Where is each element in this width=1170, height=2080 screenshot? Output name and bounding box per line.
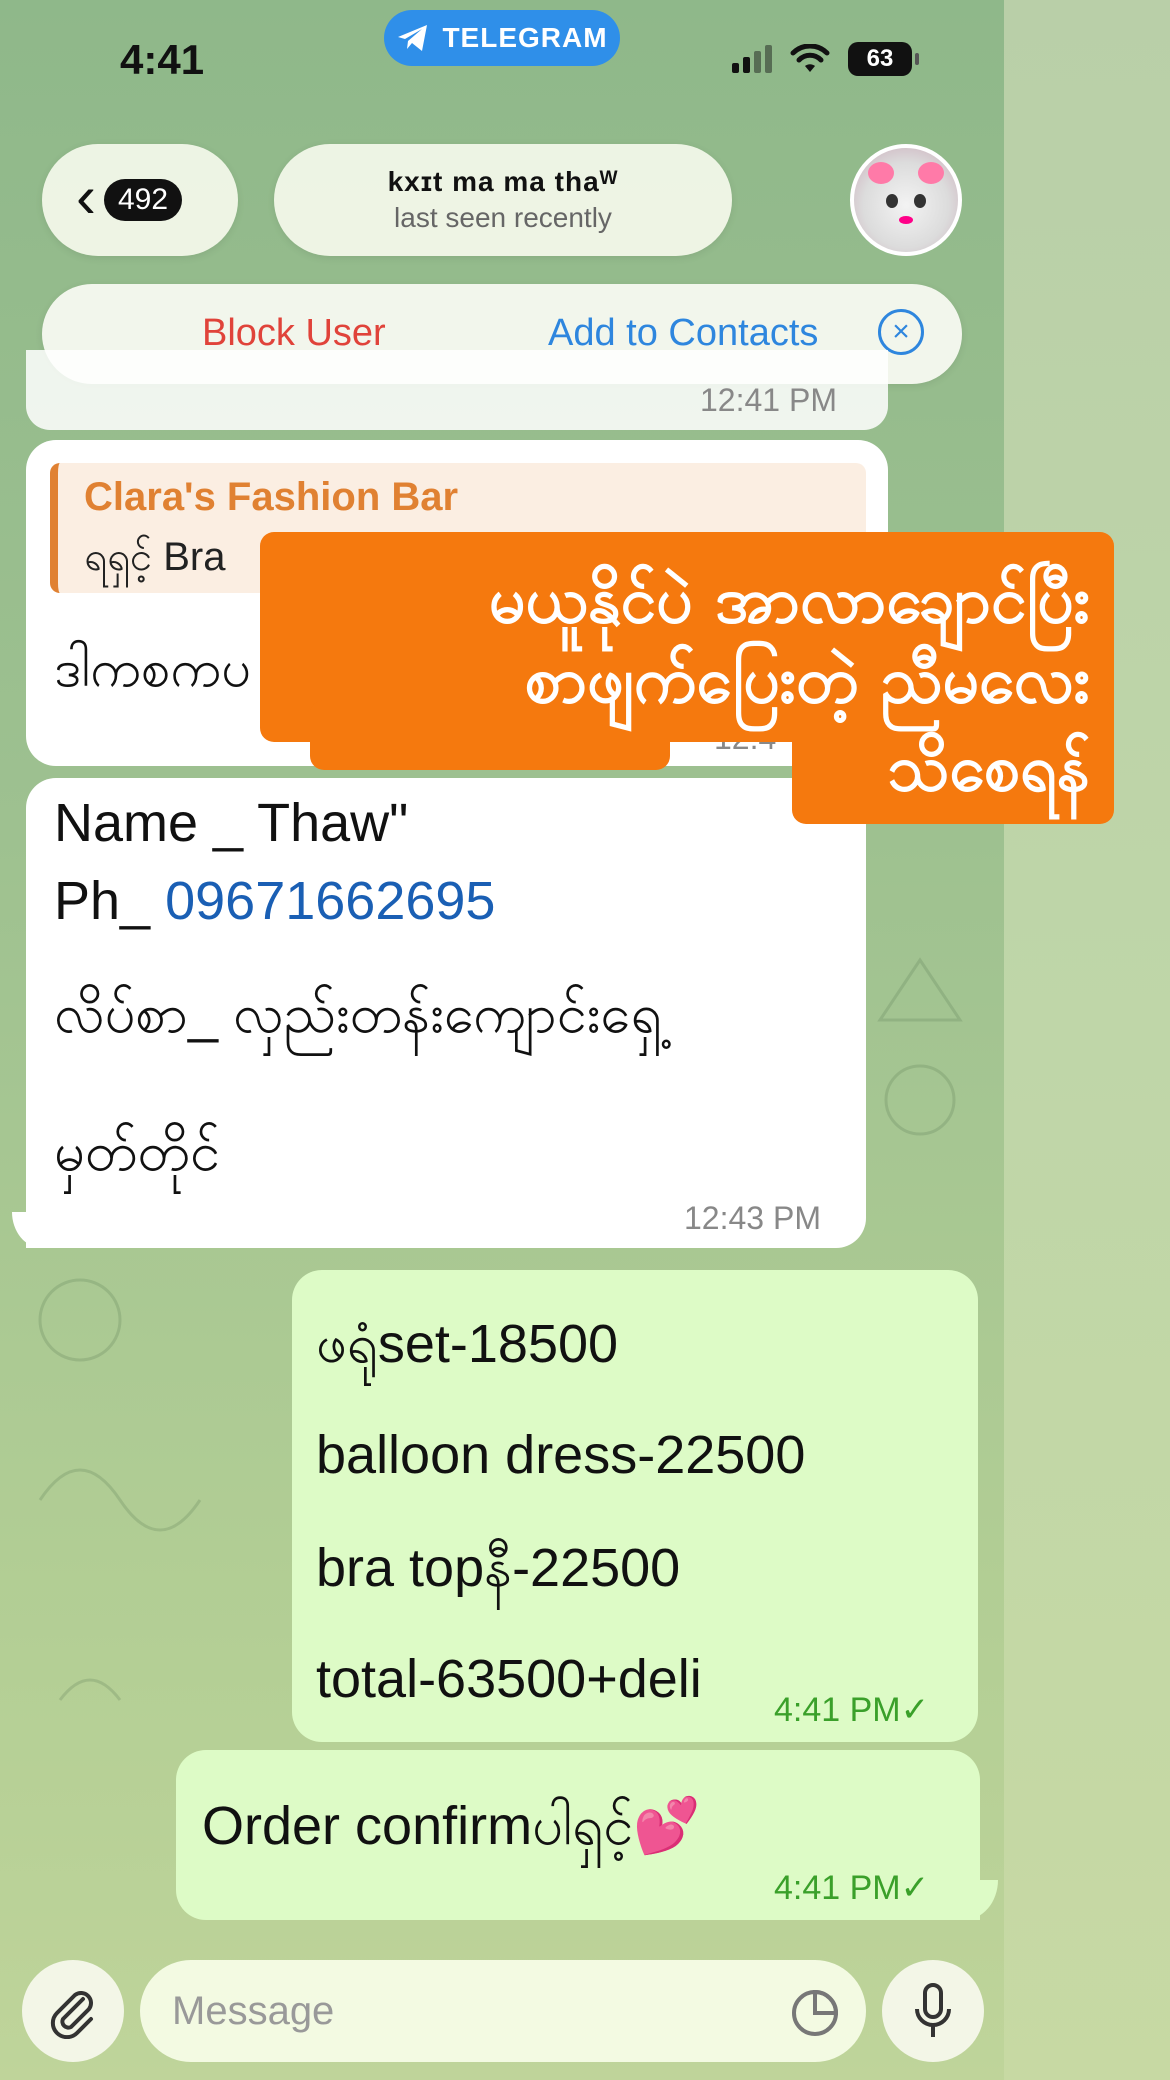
- block-user-button[interactable]: Block User: [202, 312, 386, 355]
- cellular-signal-icon: [732, 45, 772, 73]
- telegram-pill-label: TELEGRAM: [442, 22, 608, 53]
- status-time: 4:41: [120, 36, 205, 83]
- overlay-text-line-2: စာဖျက်ပြေးတဲ့ ညီမလေး: [524, 644, 1090, 718]
- add-to-contacts-button[interactable]: Add to Contacts: [548, 312, 818, 355]
- phone-prefix: Ph_: [54, 871, 166, 931]
- message-line-name: Name _ Thaw": [54, 793, 409, 853]
- phone-link[interactable]: 09671662695: [165, 871, 495, 931]
- message-input[interactable]: Message: [140, 1960, 866, 2062]
- contact-status: last seen recently: [394, 202, 612, 233]
- read-check-icon: ✓: [900, 1869, 930, 1907]
- message-time: 4:41 PM✓: [774, 1691, 930, 1729]
- battery-icon: 63: [848, 42, 919, 76]
- avatar[interactable]: [850, 144, 962, 256]
- status-icons: 63: [732, 42, 919, 76]
- overlay-text-line-3: သိစေရန်: [887, 732, 1091, 806]
- message-time: 4:41 PM✓: [774, 1869, 930, 1907]
- message-time: 12:43 PM: [684, 1200, 821, 1236]
- message-text: ဒါကစကပ: [54, 640, 251, 698]
- order-line: ဖရုံset-18500: [316, 1314, 619, 1374]
- paperclip-icon: [50, 1991, 93, 2039]
- wifi-icon: [790, 44, 830, 72]
- sticker-icon[interactable]: [790, 1988, 840, 2038]
- reply-snippet: ရရှင့် Bra: [84, 535, 226, 579]
- attach-button[interactable]: [22, 1960, 124, 2062]
- telegram-pill[interactable]: TELEGRAM: [384, 10, 620, 66]
- message-line-address-2: မှတ်တိုင်: [54, 1122, 220, 1182]
- message-time: 12:41 PM: [700, 382, 837, 418]
- message-line-address: လိပ်စာ_ လှည်းတန်းကျောင်းရှေ့: [54, 984, 662, 1044]
- background-edge: [1004, 0, 1170, 2080]
- order-total-line: total-63500+deli: [316, 1649, 702, 1709]
- back-button[interactable]: ‹ 492: [42, 144, 238, 256]
- read-check-icon: ✓: [900, 1691, 930, 1729]
- chat-title-pill[interactable]: kxɪt ma ma thaᵂ last seen recently: [274, 144, 732, 256]
- unread-badge: 492: [103, 179, 183, 221]
- message-line-phone: Ph_ 09671662695: [54, 870, 495, 932]
- close-icon[interactable]: ×: [878, 309, 924, 355]
- chevron-left-icon: ‹: [76, 163, 96, 230]
- microphone-icon: [915, 1983, 951, 2037]
- confirm-text: Order confirmပါရှင့်💕: [202, 1796, 701, 1856]
- order-line: bra topနီ-22500: [316, 1538, 681, 1598]
- message-placeholder: Message: [172, 1988, 335, 2033]
- reply-sender: Clara's Fashion Bar: [84, 475, 459, 519]
- order-line: balloon dress-22500: [316, 1425, 806, 1485]
- telegram-icon: [398, 25, 428, 51]
- microphone-button[interactable]: [882, 1960, 984, 2062]
- contact-name: kxɪt ma ma thaᵂ: [387, 166, 619, 197]
